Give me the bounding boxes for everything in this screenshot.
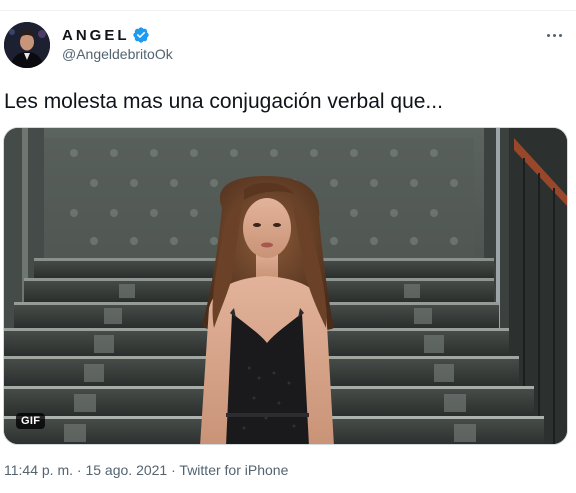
top-divider [0,10,576,11]
more-dot [546,33,550,37]
more-dot [552,33,556,37]
tweet-meta: 11:44 p. m. · 15 ago. 2021 · Twitter for… [4,462,288,478]
tweet-media[interactable]: GIF [3,127,568,445]
more-dot [558,33,562,37]
tweet-time[interactable]: 11:44 p. m. [4,462,73,478]
avatar-portrait [4,22,50,68]
tweet-source[interactable]: Twitter for iPhone [179,462,288,478]
avatar[interactable] [4,22,50,68]
display-name[interactable]: ANGEL [62,27,130,44]
tweet-text: Les molesta mas una conjugación verbal q… [4,90,443,113]
author-name-row[interactable]: ANGEL [62,25,150,45]
gif-woman-on-staircase [4,128,567,444]
more-options-icon[interactable] [542,26,566,44]
meta-separator: · [76,462,82,478]
verified-badge-icon [132,27,149,43]
gif-badge: GIF [16,413,46,429]
tweet-date[interactable]: 15 ago. 2021 [85,462,167,478]
author-handle[interactable]: @AngeldebritoOk [62,46,173,62]
meta-separator: · [171,462,176,478]
